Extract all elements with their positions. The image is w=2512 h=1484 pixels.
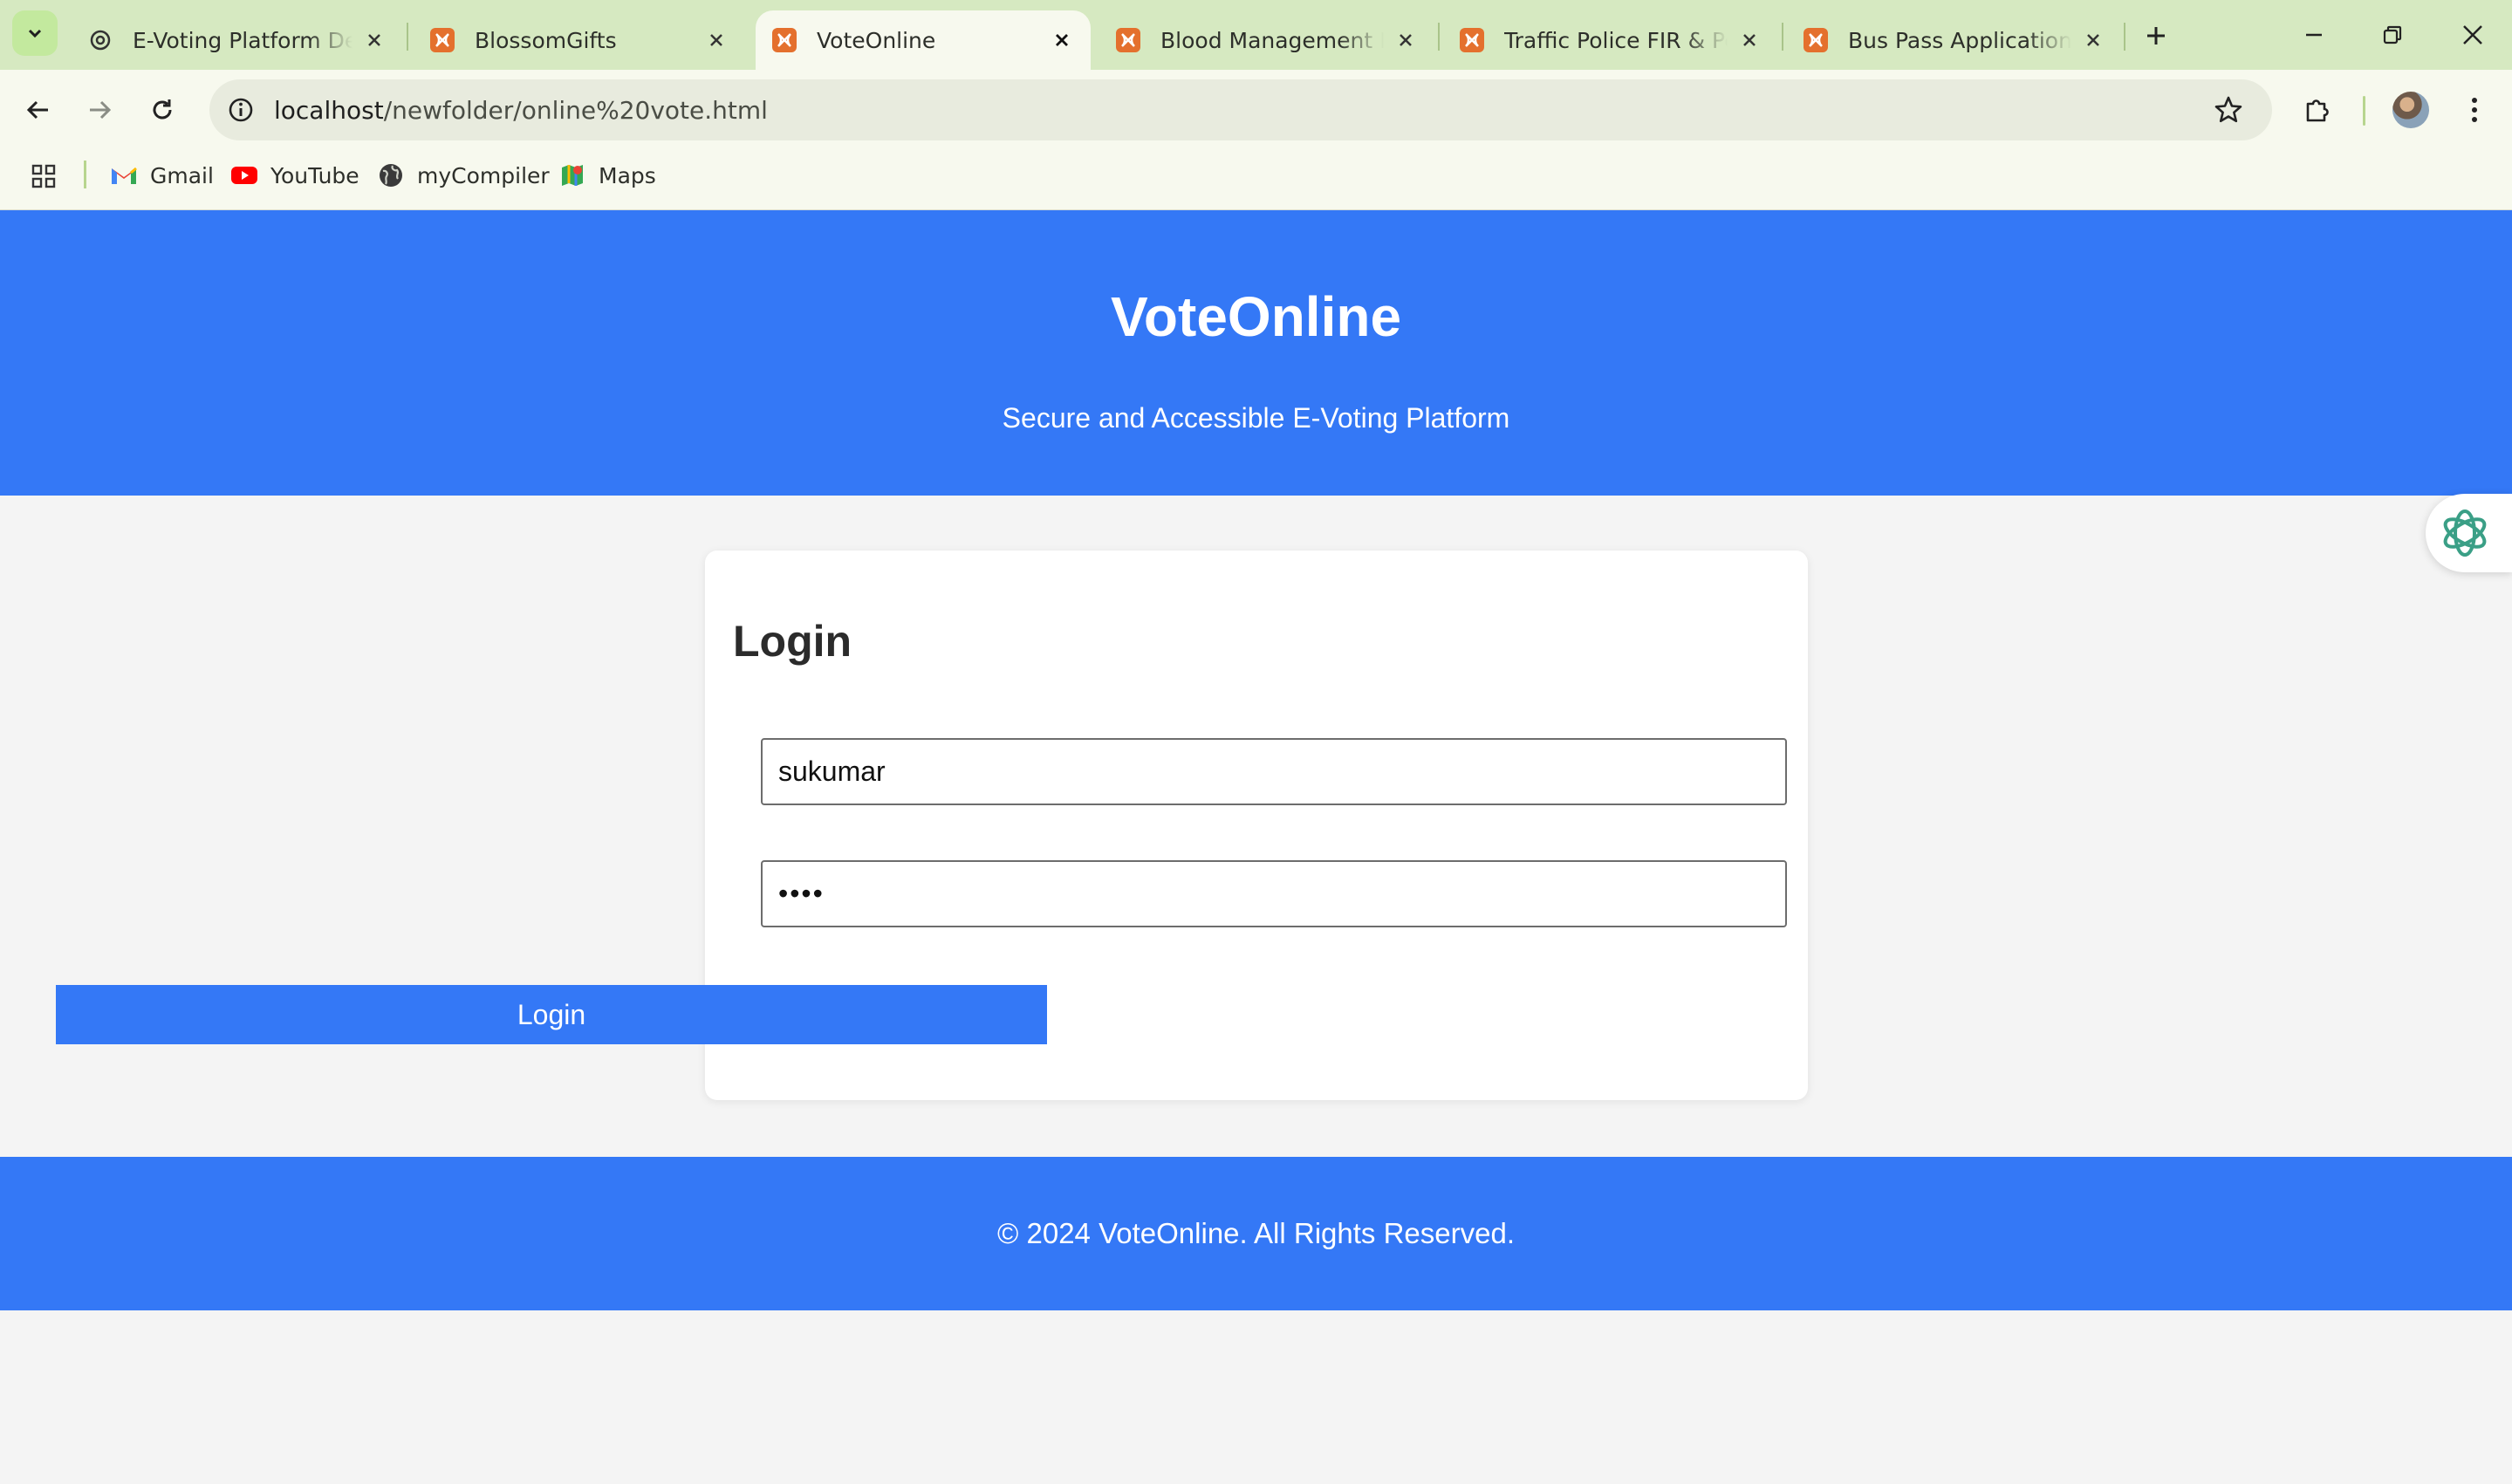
maps-icon [558, 161, 586, 189]
tab-voteonline[interactable]: VoteOnline [756, 10, 1091, 70]
chatgpt-icon [2443, 509, 2486, 557]
minimize-icon [2306, 33, 2322, 37]
new-tab-button[interactable] [2136, 16, 2176, 56]
bookmark-label: YouTube [270, 162, 359, 188]
bookmark-label: myCompiler [417, 162, 550, 188]
tab-divider [1782, 23, 1783, 51]
bookmark-label: Maps [599, 162, 656, 188]
tab-e-voting-design[interactable]: E-Voting Platform Desig [72, 10, 403, 70]
xampp-icon [1115, 27, 1141, 53]
minimize-button[interactable] [2290, 10, 2338, 59]
avatar [2392, 92, 2429, 128]
tab-title: Bus Pass Application Sy [1848, 27, 2071, 53]
chatgpt-icon [87, 27, 113, 53]
username-input[interactable] [761, 738, 1787, 805]
tab-strip: E-Voting Platform Desig BlossomGifts Vot… [0, 0, 2512, 70]
tab-search-button[interactable] [12, 10, 58, 56]
bookmark-youtube[interactable]: YouTube [230, 159, 359, 192]
toolbar: localhost/newfolder/online%20vote.html [0, 70, 2512, 150]
forward-button[interactable] [77, 87, 122, 133]
tab-blossomgifts[interactable]: BlossomGifts [414, 10, 745, 70]
tab-blood-management[interactable]: Blood Management Info [1099, 10, 1434, 70]
reload-icon [153, 99, 172, 120]
assistant-sidebar-button[interactable] [2426, 494, 2512, 572]
restore-icon [2383, 25, 2402, 44]
close-icon[interactable] [1049, 27, 1075, 53]
tab-bus-pass[interactable]: Bus Pass Application Sy [1787, 10, 2122, 70]
site-footer: © 2024 VoteOnline. All Rights Reserved. [0, 1157, 2512, 1310]
chevron-down-icon [28, 29, 42, 38]
close-icon [2463, 25, 2482, 44]
url-text: localhost/newfolder/online%20vote.html [274, 96, 768, 125]
close-icon[interactable] [1736, 27, 1763, 53]
site-title: VoteOnline [1110, 285, 1402, 348]
tab-title: BlossomGifts [475, 27, 617, 53]
xampp-icon [429, 27, 455, 53]
restore-button[interactable] [2368, 10, 2417, 59]
tab-title: E-Voting Platform Desig [133, 27, 353, 53]
login-heading: Login [733, 617, 852, 666]
close-window-button[interactable] [2448, 10, 2497, 59]
xampp-icon [1803, 27, 1829, 53]
xampp-icon [1459, 27, 1485, 53]
bookmark-gmail[interactable]: Gmail [110, 159, 214, 192]
puzzle-icon [2306, 99, 2329, 122]
more-vertical-icon [2472, 98, 2477, 122]
tab-title: Blood Management Info [1160, 27, 1384, 53]
plus-icon [2147, 27, 2165, 44]
profile-button[interactable] [2388, 87, 2433, 133]
address-bar[interactable]: localhost/newfolder/online%20vote.html [209, 79, 2272, 140]
browser-chrome: E-Voting Platform Desig BlossomGifts Vot… [0, 0, 2512, 210]
bookmark-mycompiler[interactable]: myCompiler [377, 159, 550, 192]
menu-button[interactable] [2452, 87, 2497, 133]
apps-grid-icon[interactable] [28, 161, 59, 192]
login-button[interactable]: Login [56, 985, 1047, 1044]
arrow-right-icon [90, 100, 112, 120]
close-icon[interactable] [1393, 27, 1419, 53]
extensions-button[interactable] [2295, 87, 2340, 133]
close-icon[interactable] [2080, 27, 2106, 53]
footer-text: © 2024 VoteOnline. All Rights Reserved. [997, 1217, 1515, 1249]
close-icon[interactable] [703, 27, 729, 53]
site-info-icon[interactable] [223, 92, 258, 127]
gmail-icon [110, 161, 138, 189]
tab-title: Traffic Police FIR & Pena [1504, 27, 1728, 53]
tab-divider [1438, 23, 1440, 51]
tab-title: VoteOnline [817, 27, 936, 53]
url-host: localhost [274, 95, 384, 125]
bookmark-maps[interactable]: Maps [558, 159, 656, 192]
xampp-icon [771, 27, 797, 53]
arrow-left-icon [26, 100, 48, 120]
bookmarks-bar: Gmail YouTube myCompiler Maps [0, 150, 2512, 199]
youtube-icon [230, 161, 258, 189]
password-input[interactable] [761, 860, 1787, 927]
tab-divider [407, 23, 408, 51]
site-header: VoteOnline Secure and Accessible E-Votin… [0, 210, 2512, 496]
url-path: /newfolder/online%20vote.html [383, 95, 768, 125]
back-button[interactable] [16, 87, 61, 133]
page-content: VoteOnline Secure and Accessible E-Votin… [0, 210, 2512, 1484]
close-icon[interactable] [361, 27, 387, 53]
toolbar-divider [2363, 96, 2365, 126]
bookmarks-divider [84, 161, 86, 188]
tab-divider [2124, 23, 2125, 51]
reload-button[interactable] [140, 87, 185, 133]
bookmark-star-icon[interactable] [2211, 92, 2246, 127]
tab-traffic-police[interactable]: Traffic Police FIR & Pena [1443, 10, 1778, 70]
site-tagline: Secure and Accessible E-Voting Platform [1002, 402, 1510, 434]
bookmark-label: Gmail [150, 162, 214, 188]
globe-icon [377, 161, 405, 189]
